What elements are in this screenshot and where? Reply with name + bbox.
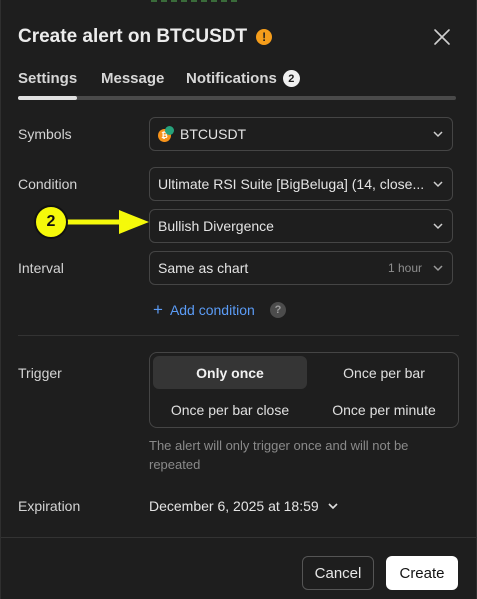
step-number-badge: 2: [34, 205, 68, 239]
dialog-header: Create alert on BTCUSDT !: [18, 24, 459, 50]
interval-select[interactable]: Same as chart 1 hour: [149, 251, 453, 285]
interval-value: Same as chart: [158, 260, 249, 276]
tab-track: [18, 96, 456, 100]
cancel-button[interactable]: Cancel: [302, 556, 374, 590]
symbol-value: BTCUSDT: [180, 126, 247, 142]
chevron-down-icon: [433, 131, 443, 138]
condition-indicator-value: Ultimate RSI Suite [BigBeluga] (14, clos…: [158, 176, 425, 192]
interval-hint: 1 hour: [387, 261, 422, 275]
chevron-down-icon: [433, 223, 443, 230]
trigger-option-once-per-bar-close[interactable]: Once per bar close: [153, 393, 307, 426]
footer-divider: [1, 537, 476, 538]
dialog-title: Create alert on BTCUSDT: [18, 26, 248, 47]
create-button[interactable]: Create: [386, 556, 458, 590]
trigger-option-once-per-minute[interactable]: Once per minute: [307, 393, 461, 426]
close-icon[interactable]: [432, 27, 452, 47]
annotation-arrow-icon: [65, 210, 149, 234]
tab-active-indicator: [18, 96, 77, 100]
trigger-option-only-once[interactable]: Only once: [153, 356, 307, 389]
trigger-options-group: Only once Once per bar Once per bar clos…: [149, 352, 459, 428]
trigger-description: The alert will only trigger once and wil…: [149, 438, 409, 472]
btc-coin-icon: ₿: [158, 126, 174, 142]
expiration-value: December 6, 2025 at 18:59: [149, 498, 319, 514]
condition-type-select[interactable]: Bullish Divergence: [149, 209, 453, 243]
tab-settings-label: Settings: [18, 70, 78, 87]
condition-label: Condition: [18, 176, 78, 192]
expiration-label: Expiration: [18, 498, 81, 514]
tab-settings[interactable]: Settings: [18, 70, 77, 87]
tab-message[interactable]: Message: [101, 70, 164, 87]
symbol-select[interactable]: ₿ BTCUSDT: [149, 117, 453, 151]
tab-notifications[interactable]: Notifications 2: [186, 70, 300, 87]
chevron-down-icon: [328, 503, 338, 510]
condition-type-value: Bullish Divergence: [158, 218, 274, 234]
help-icon[interactable]: ?: [270, 302, 286, 318]
chevron-down-icon: [433, 181, 443, 188]
trigger-option-once-per-bar[interactable]: Once per bar: [307, 356, 461, 389]
section-divider: [18, 335, 459, 336]
expiration-picker[interactable]: December 6, 2025 at 18:59: [149, 498, 339, 514]
interval-label: Interval: [18, 260, 64, 276]
warning-icon[interactable]: !: [256, 29, 273, 45]
add-condition-button[interactable]: + Add condition: [153, 300, 255, 319]
symbols-label: Symbols: [18, 126, 72, 142]
condition-indicator-select[interactable]: Ultimate RSI Suite [BigBeluga] (14, clos…: [149, 167, 453, 201]
tab-notifications-label: Notifications: [186, 70, 277, 87]
create-alert-dialog: Create alert on BTCUSDT ! Settings Messa…: [0, 0, 477, 599]
notifications-count-badge: 2: [282, 70, 300, 87]
add-condition-label: Add condition: [169, 302, 255, 318]
top-edge-decoration: [151, 0, 351, 2]
tab-message-label: Message: [101, 70, 165, 87]
trigger-label: Trigger: [18, 365, 62, 381]
tab-bar: Settings Message Notifications 2: [18, 70, 456, 102]
chevron-down-icon: [433, 265, 443, 272]
plus-icon: +: [153, 300, 163, 319]
